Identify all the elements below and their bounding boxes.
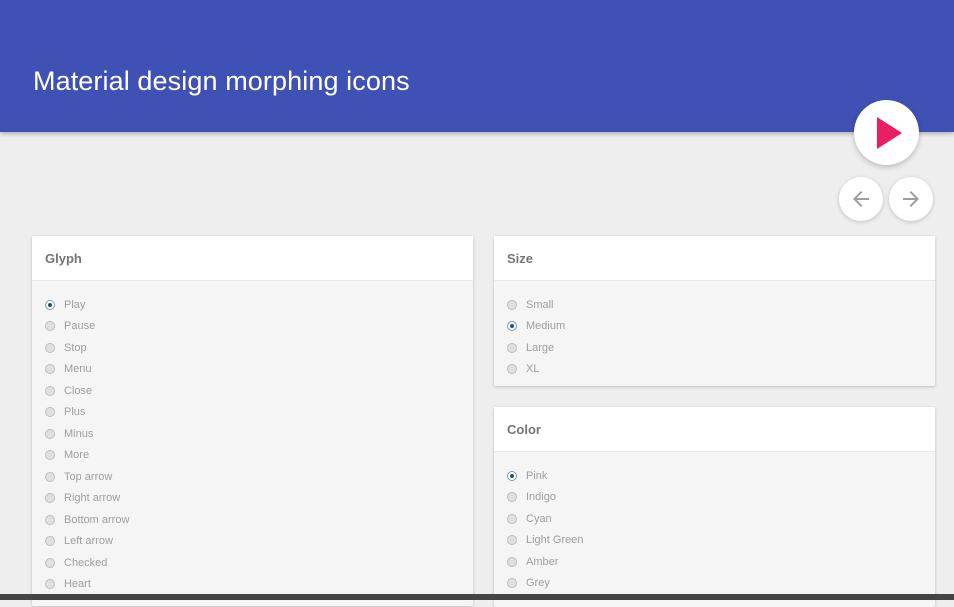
play-button[interactable] <box>854 100 919 165</box>
radio-button[interactable] <box>507 578 517 589</box>
radio-button[interactable] <box>45 514 55 525</box>
color-option[interactable]: Grey <box>494 573 935 595</box>
color-options: Pink Indigo Cyan Light Green Amber Grey <box>494 452 935 594</box>
glyph-option[interactable]: Heart <box>32 574 473 596</box>
color-option[interactable]: Light Green <box>494 530 935 552</box>
size-card-header: Size <box>494 236 935 281</box>
size-card: Size Small Medium Large XL <box>494 236 935 386</box>
option-label: Left arrow <box>64 535 113 548</box>
radio-button[interactable] <box>507 299 517 310</box>
option-label: Minus <box>64 427 94 440</box>
size-options: Small Medium Large XL <box>494 281 935 380</box>
radio-button[interactable] <box>45 493 55 504</box>
option-label: Top arrow <box>64 470 113 483</box>
option-label: Pink <box>526 469 548 482</box>
glyph-option[interactable]: Plus <box>32 402 473 424</box>
option-label: Bottom arrow <box>64 513 130 526</box>
radio-button[interactable] <box>507 513 517 524</box>
glyph-option[interactable]: Bottom arrow <box>32 509 473 531</box>
option-label: More <box>64 449 90 462</box>
size-option[interactable]: XL <box>494 359 935 381</box>
color-card-title: Color <box>507 422 541 437</box>
radio-button[interactable] <box>507 470 517 481</box>
next-button[interactable] <box>889 177 933 221</box>
option-label: Stop <box>64 341 87 354</box>
option-label: Close <box>64 384 93 397</box>
option-label: XL <box>526 363 540 376</box>
glyph-option[interactable]: More <box>32 445 473 467</box>
radio-button[interactable] <box>45 364 55 375</box>
radio-button[interactable] <box>507 321 517 332</box>
color-card: Color Pink Indigo Cyan Light Green Amber Grey <box>494 407 935 607</box>
glyph-option[interactable]: Close <box>32 380 473 402</box>
radio-button[interactable] <box>507 535 517 546</box>
color-option[interactable]: Indigo <box>494 487 935 509</box>
glyph-option[interactable]: Stop <box>32 337 473 359</box>
option-label: Medium <box>526 320 566 333</box>
option-label: Small <box>526 298 554 311</box>
bottom-bar <box>0 594 954 600</box>
option-label: Amber <box>526 555 559 568</box>
color-option[interactable]: Pink <box>494 465 935 487</box>
radio-button[interactable] <box>45 428 55 439</box>
radio-button[interactable] <box>45 579 55 590</box>
glyph-option[interactable]: Play <box>32 294 473 316</box>
radio-button[interactable] <box>45 536 55 547</box>
option-label: Checked <box>64 556 108 569</box>
radio-button[interactable] <box>507 342 517 353</box>
option-label: Light Green <box>526 534 584 547</box>
size-option[interactable]: Small <box>494 294 935 316</box>
glyph-option[interactable]: Menu <box>32 359 473 381</box>
option-label: Cyan <box>526 512 552 525</box>
radio-button[interactable] <box>45 299 55 310</box>
arrow-right-icon <box>903 191 919 207</box>
glyph-card-title: Glyph <box>45 251 82 266</box>
option-label: Grey <box>526 577 550 590</box>
radio-button[interactable] <box>45 450 55 461</box>
option-label: Play <box>64 298 86 311</box>
option-label: Pause <box>64 320 96 333</box>
size-option[interactable]: Large <box>494 337 935 359</box>
glyph-option[interactable]: Right arrow <box>32 488 473 510</box>
glyph-card-header: Glyph <box>32 236 473 281</box>
color-option[interactable]: Amber <box>494 551 935 573</box>
option-label: Plus <box>64 406 86 419</box>
page-title: Material design morphing icons <box>33 66 410 96</box>
glyph-option[interactable]: Left arrow <box>32 531 473 553</box>
radio-button[interactable] <box>507 364 517 375</box>
app-header: Material design morphing icons <box>0 0 954 132</box>
glyph-card: Glyph Play Pause Stop Menu Close Plus Minus Mor… <box>32 236 473 606</box>
glyph-option[interactable]: Top arrow <box>32 466 473 488</box>
glyph-option[interactable]: Checked <box>32 552 473 574</box>
color-card-header: Color <box>494 407 935 452</box>
radio-button[interactable] <box>45 342 55 353</box>
radio-button[interactable] <box>45 407 55 418</box>
size-option[interactable]: Medium <box>494 316 935 338</box>
radio-button[interactable] <box>507 492 517 503</box>
play-icon <box>877 117 902 149</box>
radio-button[interactable] <box>45 321 55 332</box>
option-label: Large <box>526 341 555 354</box>
radio-button[interactable] <box>45 385 55 396</box>
arrow-left-icon <box>853 191 869 207</box>
option-label: Right arrow <box>64 492 121 505</box>
radio-button[interactable] <box>507 556 517 567</box>
previous-button[interactable] <box>839 177 883 221</box>
radio-button[interactable] <box>45 557 55 568</box>
glyph-option[interactable]: Minus <box>32 423 473 445</box>
radio-button[interactable] <box>45 471 55 482</box>
color-option[interactable]: Cyan <box>494 508 935 530</box>
option-label: Menu <box>64 363 92 376</box>
option-label: Heart <box>64 578 91 591</box>
size-card-title: Size <box>507 251 534 266</box>
glyph-option[interactable]: Pause <box>32 316 473 338</box>
option-label: Indigo <box>526 491 556 504</box>
glyph-options: Play Pause Stop Menu Close Plus Minus More Top a… <box>32 281 473 595</box>
